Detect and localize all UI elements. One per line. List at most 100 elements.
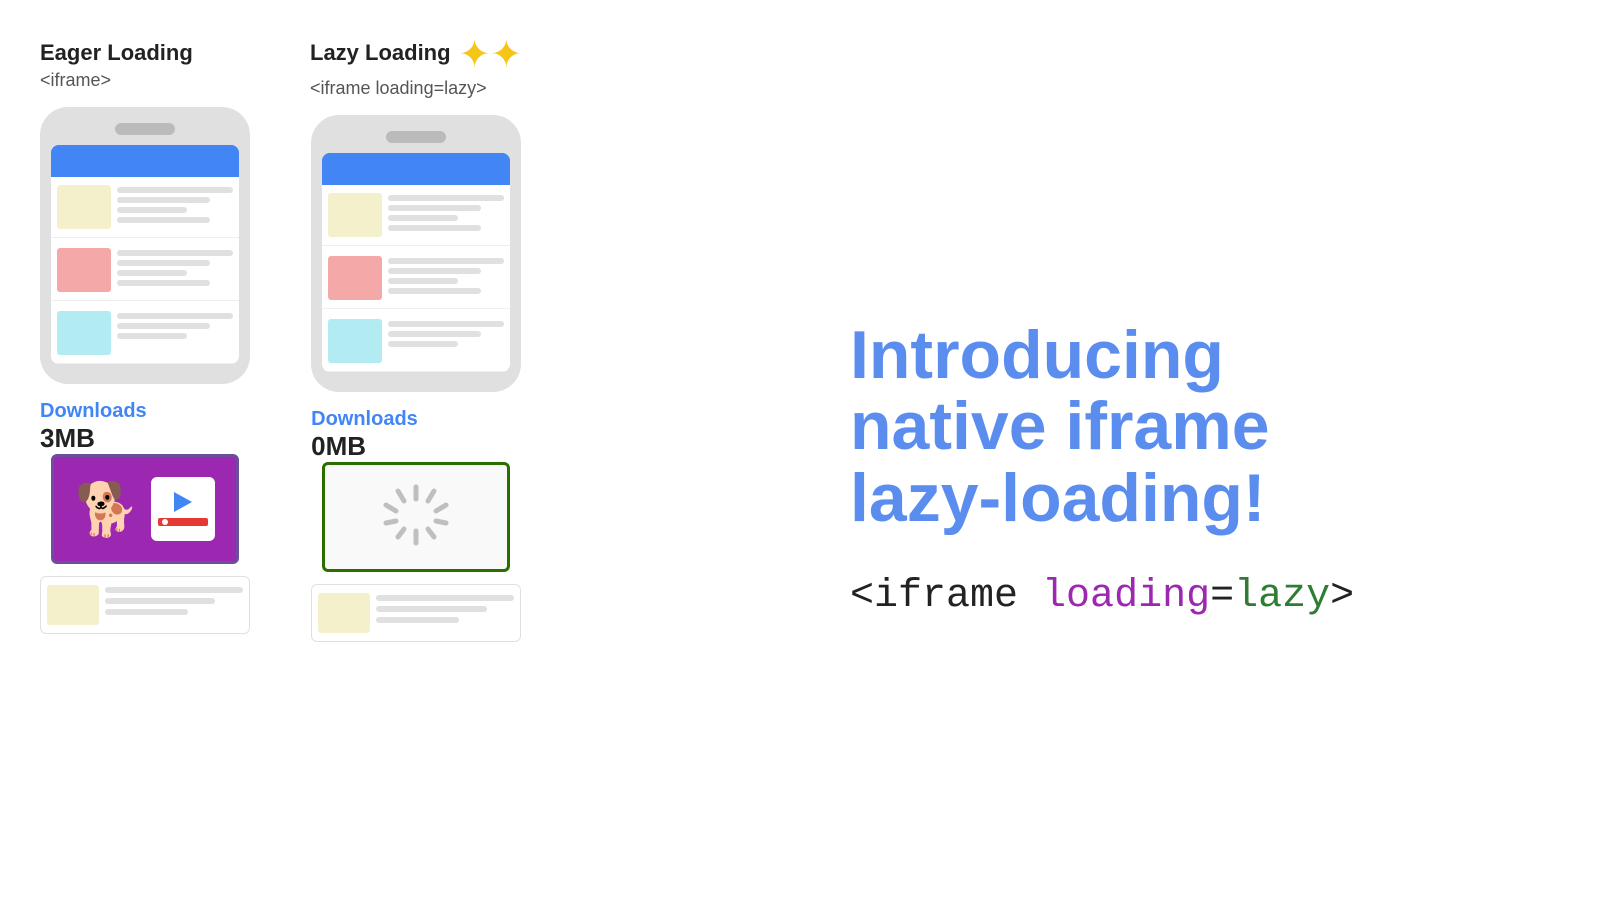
lazy-line — [388, 195, 504, 201]
lazy-card2-image — [328, 256, 382, 300]
eager-small-card-lines — [105, 585, 243, 615]
eager-line — [117, 270, 187, 276]
lazy-card1-lines — [388, 193, 504, 231]
eager-card2-image — [57, 248, 111, 292]
lazy-card3-image — [328, 319, 382, 363]
lazy-line — [388, 341, 458, 347]
code-open-bracket: < — [850, 574, 874, 619]
eager-nav-bar — [51, 145, 239, 177]
video-dot — [162, 519, 168, 525]
code-equals: = — [1210, 574, 1234, 619]
phones-row: Eager Loading <iframe> — [40, 40, 790, 642]
lazy-line — [388, 215, 458, 221]
lazy-nav-bar — [322, 153, 510, 185]
eager-content-area — [51, 177, 239, 364]
eager-line — [117, 323, 210, 329]
lazy-card1-image — [328, 193, 382, 237]
lazy-line — [388, 288, 481, 294]
lazy-subtitle: <iframe loading=lazy> — [310, 78, 487, 99]
eager-card-2 — [51, 240, 239, 301]
line — [376, 606, 486, 612]
lazy-line — [388, 258, 504, 264]
lazy-line — [388, 225, 481, 231]
lazy-line — [388, 321, 504, 327]
headline-line1: Introducing — [850, 317, 1224, 393]
eager-line — [117, 197, 210, 203]
eager-line — [117, 217, 210, 223]
code-snippet: <iframe loading=lazy> — [850, 574, 1560, 619]
lazy-card2-lines — [388, 256, 504, 294]
line — [105, 598, 215, 604]
lazy-card-1 — [322, 185, 510, 246]
video-thumbnail — [151, 477, 215, 541]
eager-card-3 — [51, 303, 239, 364]
eager-small-card — [40, 576, 250, 634]
eager-line — [117, 313, 233, 319]
eager-column: Eager Loading <iframe> — [40, 40, 250, 634]
lazy-downloads-label: Downloads — [311, 408, 418, 431]
lazy-phone-screen — [322, 153, 510, 372]
eager-card1-image — [57, 185, 111, 229]
lazy-small-card — [311, 584, 521, 642]
eager-iframe-preview: 🐕 — [51, 454, 239, 564]
lazy-column: Lazy Loading ✦✦ <iframe loading=lazy> — [310, 40, 522, 642]
play-icon — [174, 492, 192, 512]
eager-card2-lines — [117, 248, 233, 286]
eager-phone-screen — [51, 145, 239, 364]
eager-card3-lines — [117, 311, 233, 339]
lazy-card-3 — [322, 311, 510, 372]
eager-card3-image — [57, 311, 111, 355]
sparkle-icon: ✦✦ — [459, 36, 523, 74]
eager-downloads-section: Downloads 3MB — [40, 400, 250, 454]
lazy-line — [388, 331, 481, 337]
lazy-small-card-image — [318, 593, 370, 633]
headline-line2: native iframe — [850, 388, 1270, 464]
code-attr-loading: loading — [1018, 574, 1210, 619]
lazy-card-2 — [322, 248, 510, 309]
lazy-line — [388, 205, 481, 211]
lazy-phone — [311, 115, 521, 392]
eager-line — [117, 260, 210, 266]
code-close-bracket: > — [1330, 574, 1354, 619]
eager-below-card — [40, 576, 250, 634]
line — [105, 609, 188, 615]
lazy-title-row: Lazy Loading ✦✦ — [310, 40, 522, 74]
dog-icon: 🐕 — [75, 479, 140, 540]
eager-phone — [40, 107, 250, 384]
headline-line3: lazy-loading! — [850, 460, 1266, 536]
lazy-title: Lazy Loading — [310, 40, 451, 66]
eager-card1-lines — [117, 185, 233, 223]
lazy-below-card — [311, 584, 521, 642]
eager-downloads-value: 3MB — [40, 423, 95, 454]
eager-line — [117, 250, 233, 256]
lazy-card3-lines — [388, 319, 504, 347]
code-attr-value-lazy: lazy — [1234, 574, 1330, 619]
video-bar — [158, 518, 208, 526]
eager-downloads-label: Downloads — [40, 400, 147, 423]
eager-small-card-image — [47, 585, 99, 625]
eager-subtitle: <iframe> — [40, 70, 111, 91]
lazy-line — [388, 268, 481, 274]
eager-phone-notch — [115, 123, 175, 135]
lazy-downloads-value: 0MB — [311, 431, 366, 462]
lazy-small-card-lines — [376, 593, 514, 623]
left-panel: Eager Loading <iframe> — [40, 30, 790, 889]
line — [105, 587, 243, 593]
headline: Introducing native iframe lazy-loading! — [850, 320, 1560, 534]
right-panel: Introducing native iframe lazy-loading! … — [790, 30, 1560, 889]
eager-card-1 — [51, 177, 239, 238]
eager-line — [117, 333, 187, 339]
loading-spinner-svg — [376, 477, 456, 557]
eager-line — [117, 187, 233, 193]
line — [376, 617, 459, 623]
lazy-line — [388, 278, 458, 284]
lazy-phone-notch — [386, 131, 446, 143]
lazy-content-area — [322, 185, 510, 372]
line — [376, 595, 514, 601]
lazy-iframe-preview — [322, 462, 510, 572]
lazy-downloads-section: Downloads 0MB — [311, 408, 521, 462]
eager-title: Eager Loading — [40, 40, 193, 66]
code-iframe-tag: iframe — [874, 574, 1018, 619]
eager-line — [117, 280, 210, 286]
eager-line — [117, 207, 187, 213]
